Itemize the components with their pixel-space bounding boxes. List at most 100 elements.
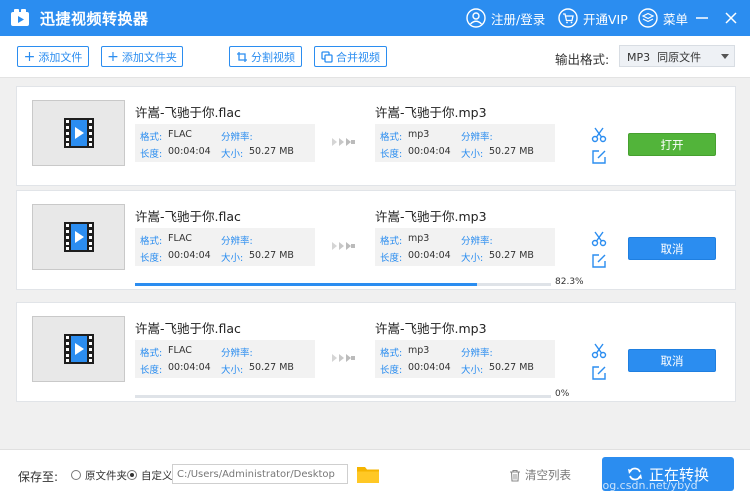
- add-file-button[interactable]: + 添加文件: [17, 46, 89, 67]
- target-size: 50.27 MB: [489, 362, 534, 373]
- format-label: 格式:: [380, 236, 403, 247]
- format-label: 格式:: [140, 236, 163, 247]
- login-button[interactable]: 注册/登录: [466, 8, 545, 28]
- minimize-icon[interactable]: [694, 10, 710, 26]
- chevron-down-icon: [721, 54, 729, 59]
- target-file-name: 许嵩-飞驰于你.mp3: [375, 105, 487, 120]
- menu-label: 菜单: [663, 11, 689, 27]
- source-duration: 00:04:04: [168, 362, 211, 373]
- duration-label: 长度:: [140, 149, 163, 160]
- target-size: 50.27 MB: [489, 146, 534, 157]
- duration-label: 长度:: [380, 149, 403, 160]
- source-size: 50.27 MB: [249, 250, 294, 261]
- target-format: mp3: [408, 345, 430, 356]
- progress-percent: 82.3%: [555, 277, 584, 287]
- source-size: 50.27 MB: [249, 146, 294, 157]
- user-icon: [466, 8, 486, 28]
- menu-button[interactable]: 菜单: [638, 8, 688, 28]
- login-label: 注册/登录: [491, 11, 546, 27]
- radio-custom[interactable]: [127, 470, 137, 480]
- size-label: 大小:: [461, 253, 484, 264]
- size-label: 大小:: [221, 365, 244, 376]
- source-info-panel: 格式: FLAC 分辨率: 长度: 00:04:04 大小: 50.27 MB: [135, 124, 315, 162]
- scissors-icon[interactable]: [591, 127, 607, 143]
- vip-label: 开通VIP: [583, 11, 628, 27]
- radio-original-folder-label: 原文件夹: [85, 470, 127, 482]
- size-label: 大小:: [461, 365, 484, 376]
- source-format: FLAC: [168, 129, 192, 140]
- resolution-label: 分辨率:: [461, 132, 493, 143]
- source-file-name: 许嵩-飞驰于你.flac: [135, 209, 241, 224]
- video-file-icon: [63, 334, 94, 364]
- target-format: mp3: [408, 129, 430, 140]
- scissors-icon[interactable]: [591, 343, 607, 359]
- resolution-label: 分辨率:: [461, 236, 493, 247]
- action-label: 取消: [660, 353, 684, 368]
- add-file-label: 添加文件: [38, 50, 83, 64]
- vip-button[interactable]: 开通VIP: [558, 8, 628, 28]
- target-size: 50.27 MB: [489, 250, 534, 261]
- split-video-button[interactable]: 分割视频: [229, 46, 302, 67]
- merge-video-button[interactable]: 合并视频: [314, 46, 387, 67]
- source-duration: 00:04:04: [168, 146, 211, 157]
- progress-fill: [135, 283, 478, 286]
- resolution-label: 分辨率:: [221, 132, 253, 143]
- radio-custom-label: 自定义: [141, 470, 173, 482]
- duration-label: 长度:: [380, 365, 403, 376]
- resolution-label: 分辨率:: [221, 348, 253, 359]
- source-format: FLAC: [168, 345, 192, 356]
- resolution-label: 分辨率:: [221, 236, 253, 247]
- progress-bar: [135, 395, 551, 398]
- plus-icon: +: [107, 48, 119, 65]
- source-duration: 00:04:04: [168, 250, 211, 261]
- thumbnail: [32, 316, 125, 382]
- radio-original-folder[interactable]: [71, 470, 81, 480]
- edit-icon[interactable]: [591, 365, 607, 381]
- target-duration: 00:04:04: [408, 146, 451, 157]
- edit-icon[interactable]: [591, 149, 607, 165]
- trash-icon: [510, 469, 520, 482]
- add-folder-button[interactable]: + 添加文件夹: [101, 46, 183, 67]
- progress-percent: 0%: [555, 389, 570, 399]
- format-label: 格式:: [380, 348, 403, 359]
- source-file-name: 许嵩-飞驰于你.flac: [135, 321, 241, 336]
- task-item-3: 许嵩-飞驰于你.flac 格式: FLAC 分辨率: 长度: 00:04:04 …: [16, 302, 736, 402]
- action-label: 打开: [660, 137, 684, 152]
- add-folder-label: 添加文件夹: [121, 50, 177, 64]
- action-label: 取消: [660, 241, 684, 256]
- target-file-name: 许嵩-飞驰于你.mp3: [375, 209, 487, 224]
- source-format: FLAC: [168, 233, 192, 244]
- folder-icon[interactable]: [356, 464, 380, 484]
- toolbar: + 添加文件 + 添加文件夹 分割视频 合并视频 输出格式: MP3 同原文件: [0, 36, 750, 78]
- title-bar: 迅捷视频转换器 注册/登录 开通VIP 菜单: [0, 0, 750, 36]
- close-icon[interactable]: [723, 10, 739, 26]
- cancel-button[interactable]: 取消: [628, 237, 716, 260]
- output-format-value: MP3 同原文件: [627, 51, 702, 64]
- output-path-field[interactable]: [172, 464, 348, 484]
- layers-icon: [638, 8, 658, 28]
- target-info-panel: 格式: mp3 分辨率: 长度: 00:04:04 大小: 50.27 MB: [375, 228, 555, 266]
- size-label: 大小:: [461, 149, 484, 160]
- target-format: mp3: [408, 233, 430, 244]
- forward-arrows-icon: [332, 138, 355, 146]
- source-info-panel: 格式: FLAC 分辨率: 长度: 00:04:04 大小: 50.27 MB: [135, 340, 315, 378]
- app-title: 迅捷视频转换器: [40, 10, 149, 28]
- thumbnail: [32, 100, 125, 166]
- plus-icon: +: [23, 48, 36, 65]
- task-item-2: 许嵩-飞驰于你.flac 格式: FLAC 分辨率: 长度: 00:04:04 …: [16, 190, 736, 290]
- progress-bar: [135, 283, 551, 286]
- output-format-select[interactable]: MP3 同原文件: [619, 45, 735, 67]
- scissors-icon[interactable]: [591, 231, 607, 247]
- format-label: 格式:: [140, 132, 163, 143]
- cancel-button[interactable]: 取消: [628, 349, 716, 372]
- format-label: 格式:: [380, 132, 403, 143]
- target-file-name: 许嵩-飞驰于你.mp3: [375, 321, 487, 336]
- forward-arrows-icon: [332, 354, 355, 362]
- open-button[interactable]: 打开: [628, 133, 716, 156]
- thumbnail: [32, 204, 125, 270]
- source-file-name: 许嵩-飞驰于你.flac: [135, 105, 241, 120]
- merge-video-label: 合并视频: [336, 50, 380, 64]
- video-file-icon: [63, 222, 94, 252]
- edit-icon[interactable]: [591, 253, 607, 269]
- split-video-label: 分割视频: [251, 50, 295, 64]
